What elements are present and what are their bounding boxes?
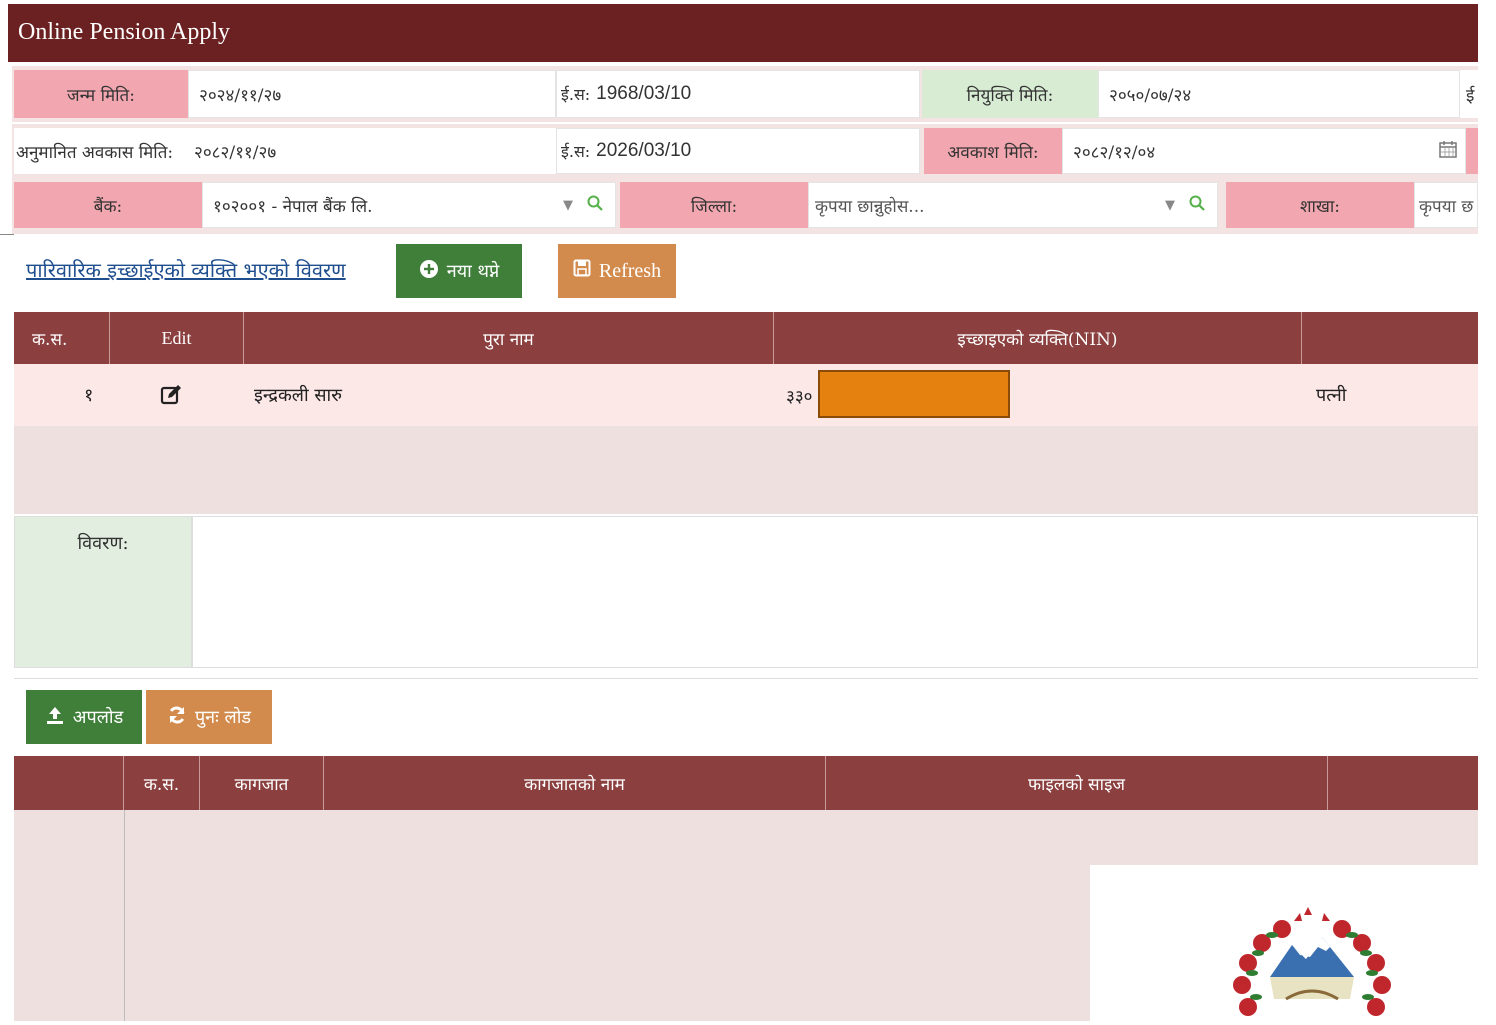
appointment-bs-input[interactable]: २०५०/०७/२४ bbox=[1098, 70, 1460, 118]
left-divider bbox=[0, 234, 14, 235]
col-select bbox=[14, 756, 124, 810]
caret-down-icon[interactable]: ▼ bbox=[1165, 198, 1175, 213]
appointment-label: नियुक्ति मिति: bbox=[922, 70, 1098, 118]
search-icon[interactable] bbox=[587, 194, 603, 216]
add-new-label: नया थप्ने bbox=[446, 261, 500, 282]
row-nin-prefix: ३३० bbox=[786, 386, 813, 407]
bank-select-value: १०२००१ - नेपाल बैंक लि. bbox=[213, 196, 373, 217]
est-retirement-label: अनुमानित अवकास मिति: bbox=[14, 128, 190, 174]
docs-column-divider bbox=[124, 810, 125, 1021]
row-sn: १ bbox=[84, 385, 94, 406]
district-select-placeholder: कृपया छान्नुहोस... bbox=[815, 196, 925, 217]
col-edit: Edit bbox=[110, 312, 244, 364]
add-new-button[interactable]: नया थप्ने bbox=[396, 244, 522, 298]
col-extra bbox=[1328, 756, 1478, 810]
emblem-panel bbox=[1090, 865, 1478, 1021]
row-full-name: इन्द्रकली सारु bbox=[254, 385, 342, 406]
redaction-box bbox=[818, 370, 1010, 418]
district-select[interactable]: कृपया छान्नुहोस... ▼ bbox=[808, 182, 1218, 228]
search-icon[interactable] bbox=[1189, 194, 1205, 216]
retirement-bs-value: २०८२/१२/०४ bbox=[1073, 142, 1156, 163]
calendar-icon[interactable] bbox=[1439, 140, 1457, 163]
details-textarea[interactable] bbox=[192, 516, 1478, 668]
dob-ad-label: ई.स: bbox=[561, 85, 591, 104]
page-title: Online Pension Apply bbox=[8, 4, 1478, 62]
refresh-label: Refresh bbox=[598, 259, 662, 282]
retirement-bs-input[interactable]: २०८२/१२/०४ bbox=[1062, 128, 1466, 174]
col-doc-sn: क.स. bbox=[124, 756, 200, 810]
col-document-name: कागजातको नाम bbox=[324, 756, 826, 810]
reload-button[interactable]: पुनः लोड bbox=[146, 690, 272, 744]
est-retirement-ad-value: 2026/03/10 bbox=[596, 140, 692, 161]
edit-icon[interactable] bbox=[160, 364, 182, 426]
col-file-size: फाइलको साइज bbox=[826, 756, 1328, 810]
table-row[interactable]: १ इन्द्रकली सारु ३३० पत्नी bbox=[14, 364, 1478, 426]
dob-bs-input[interactable]: २०२४/११/२७ bbox=[188, 70, 556, 118]
docs-table-header: क.स. कागजात कागजातको नाम फाइलको साइज bbox=[14, 756, 1478, 810]
col-document: कागजात bbox=[200, 756, 324, 810]
floppy-icon bbox=[573, 259, 591, 283]
est-retirement-bs-input[interactable]: २०८२/११/२७ bbox=[190, 128, 556, 174]
dob-ad-value: 1968/03/10 bbox=[596, 83, 692, 104]
docs-divider bbox=[14, 678, 1478, 679]
est-retirement-ad-label: ई.स: bbox=[561, 142, 591, 161]
upload-icon bbox=[45, 705, 65, 730]
branch-label: शाखा: bbox=[1226, 182, 1414, 228]
est-retirement-ad-input[interactable]: ई.स: 2026/03/10 bbox=[556, 128, 920, 174]
family-table-empty-area bbox=[14, 426, 1478, 514]
family-table-header: क.स. Edit पुरा नाम इच्छाइएको व्यक्ति(NIN… bbox=[14, 312, 1478, 364]
appointment-ad-label: ई bbox=[1460, 70, 1478, 118]
nepal-emblem-icon bbox=[1230, 907, 1394, 1025]
bank-select[interactable]: १०२००१ - नेपाल बैंक लि. ▼ bbox=[202, 182, 616, 228]
plus-circle-icon bbox=[419, 259, 439, 284]
refresh-button[interactable]: Refresh bbox=[558, 244, 676, 298]
col-relation bbox=[1302, 312, 1478, 364]
retirement-label: अवकाश मिति: bbox=[924, 128, 1062, 174]
details-label: विवरण: bbox=[14, 516, 192, 668]
col-sn: क.स. bbox=[14, 312, 110, 364]
branch-select[interactable]: कृपया छ bbox=[1414, 182, 1478, 228]
district-label: जिल्ला: bbox=[620, 182, 808, 228]
details-label-text: विवरण: bbox=[77, 533, 129, 554]
dob-label: जन्म मिति: bbox=[14, 70, 188, 118]
refresh-icon bbox=[167, 705, 187, 730]
bank-label: बैंक: bbox=[14, 182, 202, 228]
row-relation: पत्नी bbox=[1316, 385, 1347, 406]
dob-ad-input[interactable]: ई.स: 1968/03/10 bbox=[556, 70, 920, 118]
upload-button[interactable]: अपलोड bbox=[26, 690, 142, 744]
col-full-name: पुरा नाम bbox=[244, 312, 774, 364]
row2-edge-accent bbox=[1466, 128, 1478, 174]
upload-label: अपलोड bbox=[72, 707, 124, 728]
family-details-link[interactable]: पारिवारिक इच्छाईएको व्यक्ति भएको विवरण bbox=[26, 256, 346, 283]
reload-label: पुनः लोड bbox=[194, 707, 252, 728]
col-nin: इच्छाइएको व्यक्ति(NIN) bbox=[774, 312, 1302, 364]
caret-down-icon[interactable]: ▼ bbox=[563, 198, 573, 213]
